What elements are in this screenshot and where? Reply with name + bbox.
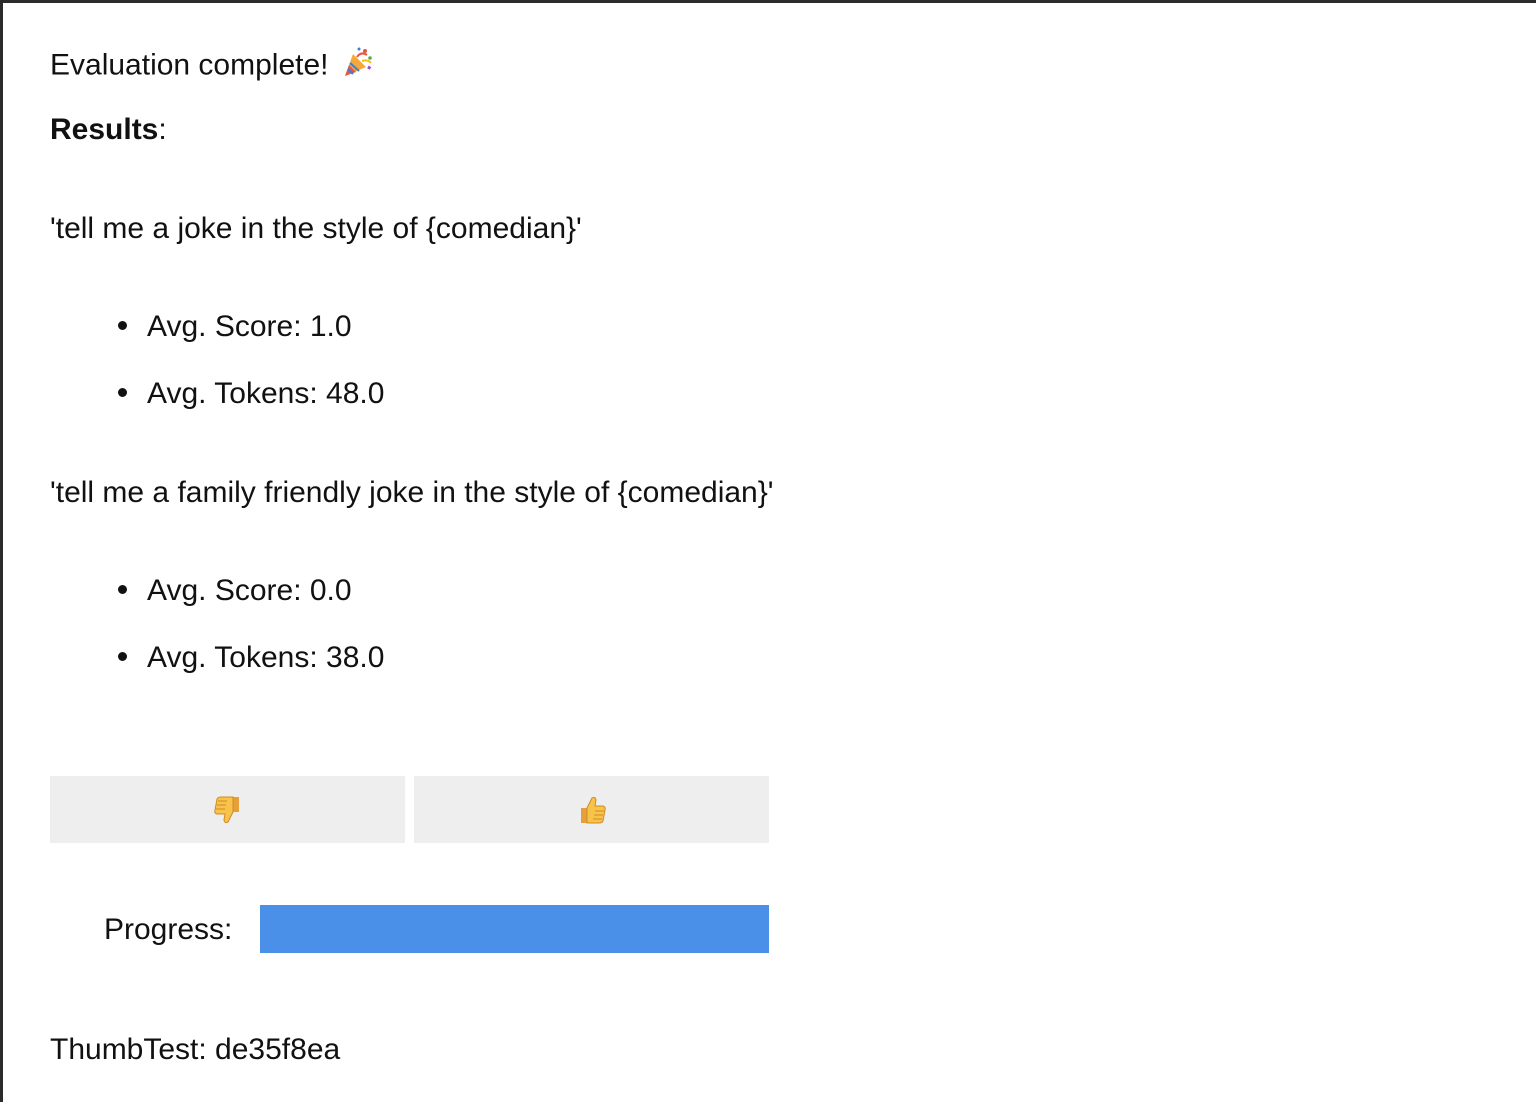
prompt-text: 'tell me a family friendly joke in the s…: [50, 476, 774, 509]
avg-tokens: Avg. Tokens: 38.0: [147, 641, 385, 674]
avg-score: Avg. Score: 1.0: [147, 310, 352, 343]
thumbs-down-button[interactable]: [50, 776, 405, 843]
thumbs-down-icon: [211, 793, 245, 827]
progress-bar-fill: [260, 905, 769, 953]
progress-label: Progress:: [104, 913, 233, 946]
status-text: Evaluation complete!: [50, 48, 329, 82]
output-frame: Evaluation complete! Results: 'tell me a…: [0, 0, 1536, 1102]
progress-bar: [260, 905, 769, 953]
avg-score: Avg. Score: 0.0: [147, 574, 352, 607]
bullet-icon: [118, 651, 127, 661]
list-item: Avg. Score: 1.0: [118, 309, 352, 345]
thumbs-up-icon: [575, 793, 609, 827]
footer-text: ThumbTest: de35f8ea: [50, 1033, 341, 1066]
prompt-text: 'tell me a joke in the style of {comedia…: [50, 212, 582, 245]
results-heading-label: Results: [50, 113, 159, 146]
bullet-icon: [118, 584, 127, 594]
list-item: Avg. Tokens: 48.0: [118, 376, 384, 412]
results-heading: Results:: [50, 112, 167, 148]
status-line: Evaluation complete!: [50, 45, 375, 88]
list-item: Avg. Tokens: 38.0: [118, 640, 384, 676]
bullet-icon: [118, 320, 127, 330]
results-heading-colon: :: [158, 113, 167, 146]
avg-tokens: Avg. Tokens: 48.0: [147, 377, 385, 410]
thumbs-up-button[interactable]: [414, 776, 769, 843]
bullet-icon: [118, 387, 127, 397]
party-popper-icon: [341, 45, 375, 88]
list-item: Avg. Score: 0.0: [118, 573, 352, 609]
